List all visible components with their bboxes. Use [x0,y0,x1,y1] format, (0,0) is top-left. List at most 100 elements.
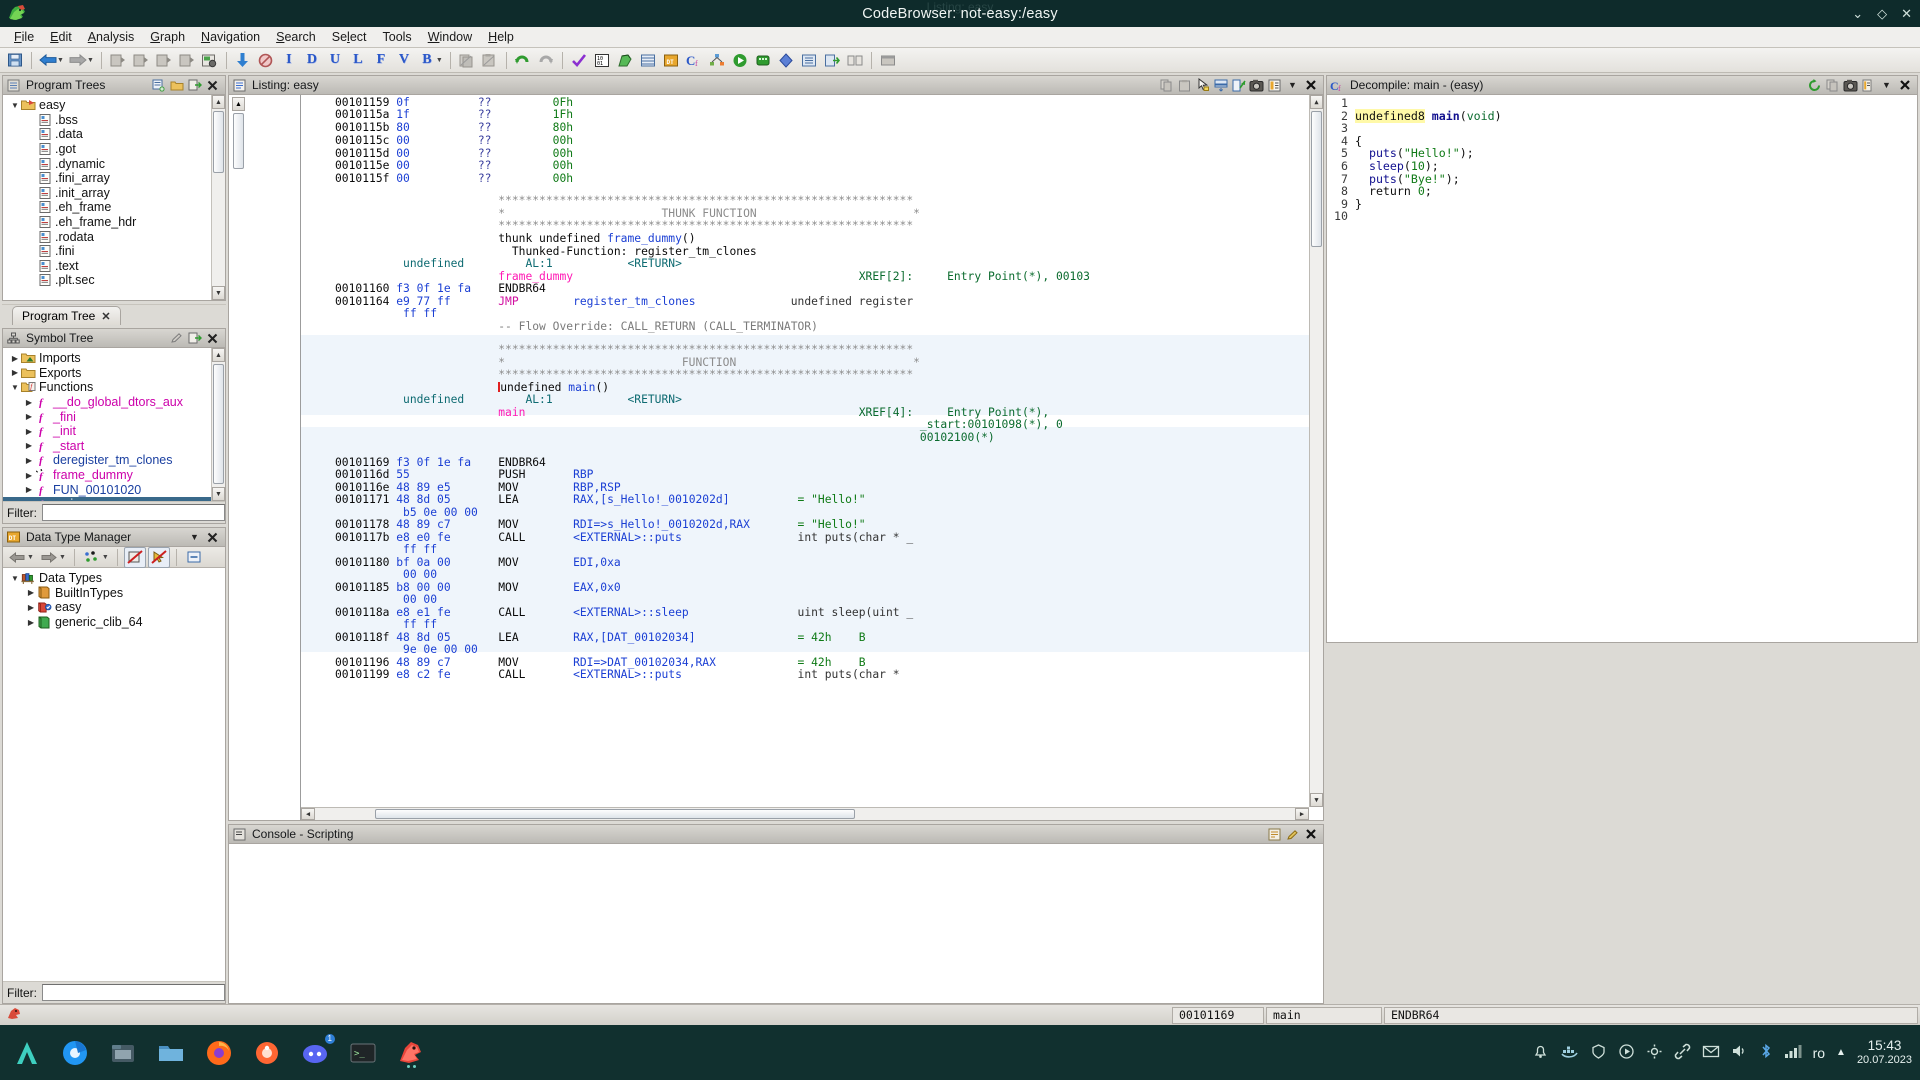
memory-icon[interactable] [614,50,636,71]
toolbar-letter-D[interactable]: D [301,50,323,71]
chevron-right-icon[interactable]: ▶ [23,412,35,421]
symbol-filter-input[interactable] [42,504,225,521]
bell-icon[interactable] [1532,1043,1549,1063]
clear-console-icon[interactable] [1267,827,1282,842]
datatype-node-generic-clib-64[interactable]: ▶ generic_clib_64 [3,615,225,630]
open-folder-icon[interactable] [169,78,184,93]
close-icon[interactable] [205,331,220,346]
listing-return-row[interactable]: undefined AL:1 <RETURN> [301,394,1323,406]
close-icon[interactable] [1303,827,1318,842]
scrollbar-thumb[interactable] [1311,111,1322,247]
listing-xref-row[interactable]: 00102100(*) [301,432,1323,444]
symbol-fn-frame-dummy[interactable]: ▶ f frame_dummy [3,468,225,483]
tree-item-data[interactable]: .data [3,127,225,142]
scroll-up-icon[interactable]: ▲ [212,348,225,362]
edit-icon[interactable] [169,331,184,346]
console-output[interactable] [229,844,1323,1003]
files-icon[interactable] [106,1036,140,1070]
paste-icon[interactable] [1177,78,1192,93]
listing-xref-row[interactable]: _start:00101098(*), 0 [301,419,1323,431]
listing-instruction-row[interactable]: 00101199 e8 c2 fe CALL <EXTERNAL>::puts … [301,669,1323,681]
close-icon[interactable] [1303,78,1318,93]
toolbar-letter-I[interactable]: I [278,50,300,71]
vpn-icon[interactable] [1590,1043,1607,1063]
media-icon[interactable] [1618,1043,1635,1063]
decompiler-line[interactable]: undefined8 main(void) [1355,110,1917,123]
listing-horizontal-scrollbar[interactable]: ◀ ▶ [301,807,1309,820]
chevron-down-icon[interactable]: ▼ [9,574,21,583]
back-icon[interactable] [37,50,59,71]
listing-bytes-cont-row[interactable]: 9e 0e 00 00 [301,644,1323,656]
datatype-icon[interactable]: DT [660,50,682,71]
scrollbar-thumb[interactable] [233,113,244,169]
listing-row[interactable]: 0010115f 00 ?? 00h [301,173,1323,185]
export-tree-icon[interactable] [187,78,202,93]
discord-icon[interactable]: 1 [298,1036,332,1070]
tree-item-init-array[interactable]: .init_array [3,186,225,201]
mail-icon[interactable] [1702,1044,1720,1062]
listing-bytes-cont-row[interactable]: 00 00 [301,594,1323,606]
maximize-icon[interactable]: ◇ [1877,6,1887,22]
chevron-right-icon[interactable]: ▶ [23,427,35,436]
toolbar-letter-U[interactable]: U [324,50,346,71]
tree-item-got[interactable]: .got [3,142,225,157]
edit-icon[interactable] [1285,827,1300,842]
listing-overview-bar[interactable]: ▲ [232,95,245,820]
program-tree-scrollbar[interactable]: ▲ ▼ [211,95,225,300]
volume-icon[interactable] [1731,1043,1748,1062]
chevron-right-icon[interactable]: ▶ [25,603,37,612]
chevron-right-icon[interactable]: ▶ [25,618,37,627]
decompiler-line[interactable]: } [1355,198,1917,211]
tree-node-root[interactable]: ▼ easy [3,98,225,113]
tree-item-eh-frame-hdr[interactable]: .eh_frame_hdr [3,215,225,230]
listing-bytes-cont-row[interactable]: ff ff [301,619,1323,631]
chevron-down-icon[interactable]: ▼ [9,383,21,392]
listing-return-row[interactable]: undefined AL:1 <RETURN> [301,258,1323,270]
scroll-up-icon[interactable]: ▲ [1310,95,1323,109]
tree-item-bss[interactable]: .bss [3,113,225,128]
datatype-node-easy[interactable]: ▶ easy [3,600,225,615]
copy-icon[interactable] [1825,78,1840,93]
link-icon[interactable] [1674,1043,1691,1063]
menu-help[interactable]: Help [480,28,522,46]
snapshot-icon[interactable] [199,50,221,71]
listing-instruction-row[interactable]: 00101178 48 89 c7 MOV RDI=>s_Hello!_0010… [301,519,1323,531]
symbol-tree-scrollbar[interactable]: ▲ ▼ [211,348,225,501]
new-tree-icon[interactable] [151,78,166,93]
decompiler-line[interactable] [1355,210,1917,223]
firefox-browser-icon[interactable] [58,1036,92,1070]
listing-instruction-row[interactable]: 00101160 f3 0f 1e fa ENDBR64 [301,283,1323,295]
symbol-node-imports[interactable]: ▶ Imports [3,351,225,366]
listing-bytes-cont-row[interactable]: ff ff [301,544,1323,556]
menu-graph[interactable]: Graph [142,28,193,46]
chevron-down-icon[interactable]: ▼ [9,101,21,110]
prev-data-icon[interactable] [176,50,198,71]
chevron-down-icon[interactable]: ▼ [187,530,202,545]
decompiler-line[interactable]: return 0; [1355,185,1917,198]
decompile-icon[interactable]: Cf [683,50,705,71]
edit-fields-icon[interactable] [1231,78,1246,93]
cursor-icon[interactable] [1195,78,1210,93]
save-icon[interactable] [4,50,26,71]
back-icon[interactable] [6,547,28,568]
collapse-icon[interactable] [183,547,205,568]
no-pointer-icon[interactable] [148,547,170,568]
toggle-icon[interactable] [1267,78,1282,93]
listing-body[interactable]: ▲ 00101159 0f ?? 0Fh 0010115a 1f [229,95,1323,820]
menu-file[interactable]: File [6,28,42,46]
chevron-right-icon[interactable]: ▶ [23,456,35,465]
fields-icon[interactable] [1213,78,1228,93]
prev-fn-icon[interactable] [130,50,152,71]
tree-item-fini[interactable]: .fini [3,244,225,259]
scroll-down-icon[interactable]: ▼ [1310,793,1323,807]
scroll-up-icon[interactable]: ▲ [232,97,245,111]
scroll-down-icon[interactable]: ▼ [212,487,225,501]
file-manager-icon[interactable] [154,1036,188,1070]
no-entry-icon[interactable] [255,50,277,71]
graph-icon[interactable] [706,50,728,71]
close-icon[interactable]: ✕ [1901,6,1912,22]
chevron-right-icon[interactable]: ▶ [23,485,35,494]
network-icon[interactable] [1784,1043,1802,1062]
organize-icon[interactable] [81,547,103,568]
firefox-icon[interactable] [202,1036,236,1070]
